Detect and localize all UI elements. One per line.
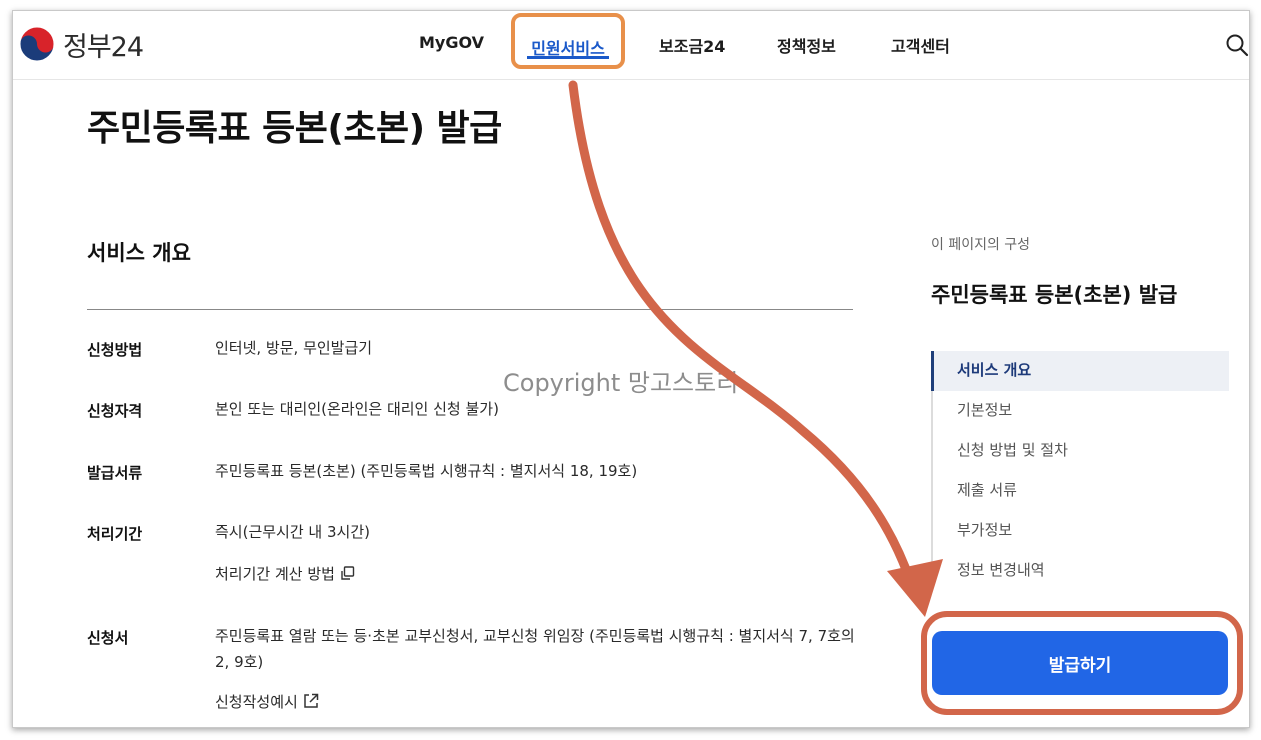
- toc-item-change-history[interactable]: 정보 변경내역: [933, 551, 1229, 591]
- row-label-documents: 발급서류: [87, 464, 143, 482]
- form-example-link[interactable]: 신청작성예시: [215, 689, 319, 715]
- row-label-eligibility: 신청자격: [87, 402, 143, 420]
- section-divider: [87, 309, 853, 310]
- issue-button[interactable]: 발급하기: [932, 631, 1228, 695]
- copy-icon: [341, 566, 355, 580]
- toc-item-additional-info[interactable]: 부가정보: [933, 511, 1229, 551]
- nav-subsidy24[interactable]: 보조금24: [659, 33, 725, 57]
- nav-civil-service-highlight[interactable]: 민원서비스: [511, 13, 625, 69]
- row-value-processing: 즉시(근무시간 내 3시간): [215, 523, 370, 541]
- row-label-method: 신청방법: [87, 341, 143, 359]
- form-example-link-label[interactable]: 신청작성예시: [215, 693, 298, 711]
- copyright-watermark: Copyright 망고스토리: [503, 369, 739, 397]
- row-value-eligibility: 본인 또는 대리인(온라인은 대리인 신청 불가): [215, 400, 499, 418]
- row-value-documents: 주민등록표 등본(초본) (주민등록법 시행규칙 : 별지서식 18, 19호): [215, 462, 638, 480]
- toc-item-overview[interactable]: 서비스 개요: [931, 351, 1229, 391]
- browser-frame: 정부24 MyGOV 민원서비스 보조금24 정책정보 고객센터 주민등록표 등…: [12, 10, 1250, 728]
- processing-time-link[interactable]: 처리기간 계산 방법: [215, 561, 355, 587]
- site-logo[interactable]: 정부24: [19, 25, 144, 63]
- logo-text: 정부24: [63, 31, 144, 63]
- toc-item-documents[interactable]: 제출 서류: [933, 471, 1229, 511]
- row-label-processing: 처리기간: [87, 525, 143, 543]
- nav-mygov[interactable]: MyGOV: [419, 33, 484, 52]
- search-icon[interactable]: [1225, 33, 1249, 57]
- toc-title: 주민등록표 등본(초본) 발급: [931, 283, 1178, 307]
- toc-item-basic-info[interactable]: 기본정보: [933, 391, 1229, 431]
- processing-time-link-label[interactable]: 처리기간 계산 방법: [215, 565, 335, 583]
- nav-policy-info[interactable]: 정책정보: [777, 33, 836, 57]
- row-value-form: 주민등록표 열람 또는 등·초본 교부신청서, 교부신청 위임장 (주민등록법 …: [215, 627, 855, 671]
- row-value-method: 인터넷, 방문, 무인발급기: [215, 339, 373, 357]
- nav-customer-center[interactable]: 고객센터: [891, 33, 950, 57]
- page-title: 주민등록표 등본(초본) 발급: [87, 108, 502, 149]
- active-nav-underline: [527, 56, 609, 59]
- taegeuk-emblem-icon: [19, 26, 55, 62]
- toc-caption: 이 페이지의 구성: [931, 237, 1031, 253]
- site-header: 정부24 MyGOV 민원서비스 보조금24 정책정보 고객센터: [13, 11, 1249, 80]
- section-title-overview: 서비스 개요: [87, 241, 191, 265]
- toc-list: 서비스 개요 기본정보 신청 방법 및 절차 제출 서류 부가정보 정보 변경내…: [931, 351, 1229, 591]
- external-link-icon: [304, 693, 319, 708]
- row-label-form: 신청서: [87, 629, 129, 647]
- toc-item-procedure[interactable]: 신청 방법 및 절차: [933, 431, 1229, 471]
